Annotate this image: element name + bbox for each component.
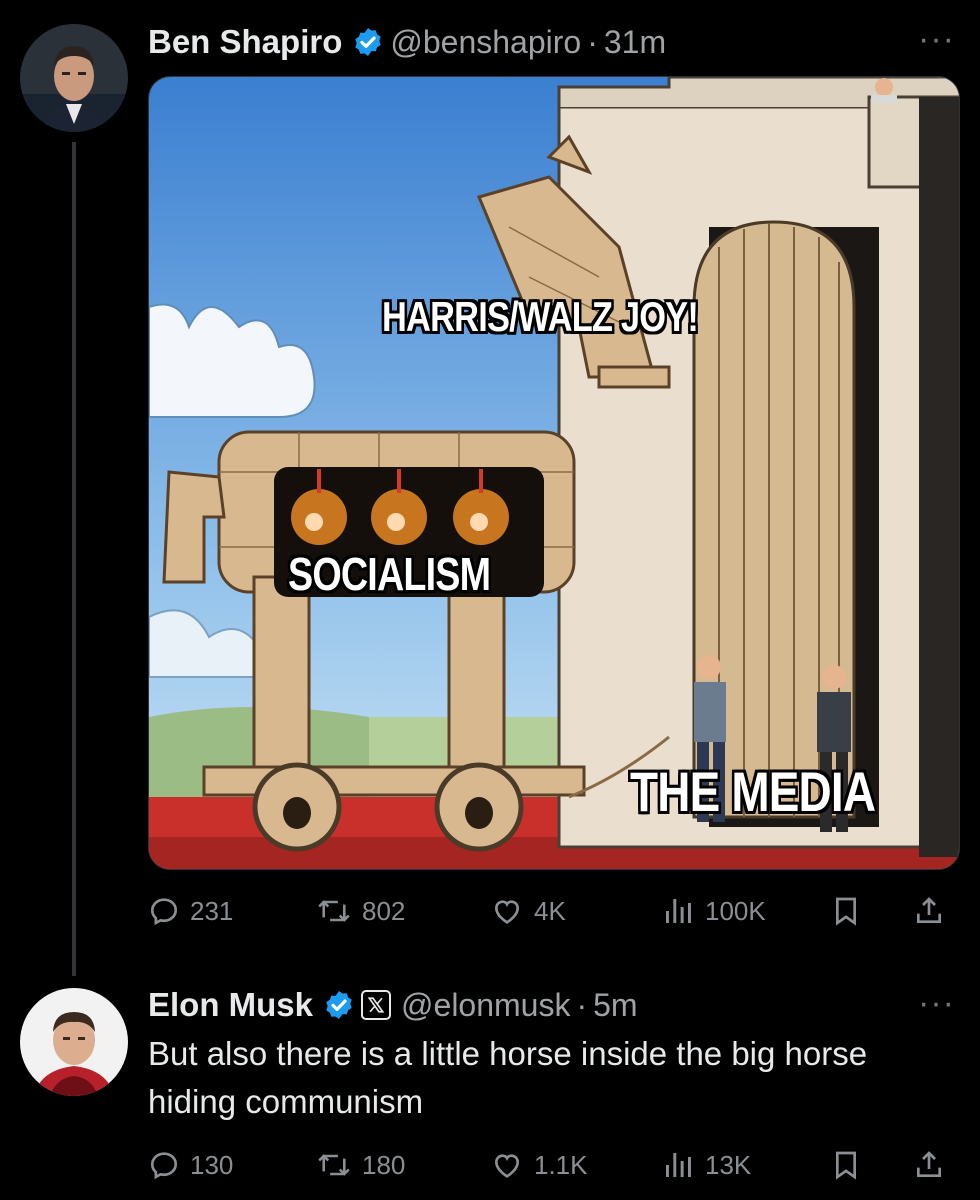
repost-count: 802 <box>362 895 406 926</box>
bookmark-button[interactable] <box>830 1140 872 1190</box>
thread-connector-line <box>72 142 76 976</box>
x-affiliation-icon[interactable] <box>361 990 392 1020</box>
heart-icon <box>494 1154 520 1178</box>
repost-button[interactable]: 802 <box>316 886 405 936</box>
bookmark-icon <box>836 897 856 926</box>
share-button[interactable] <box>913 886 955 936</box>
repost-icon <box>318 1154 350 1176</box>
views-count: 13K <box>705 1149 752 1180</box>
repost-count: 180 <box>362 1149 406 1180</box>
bookmark-icon <box>836 1151 856 1180</box>
tweet-header: Ben Shapiro @benshapiro · 31m <box>148 17 666 67</box>
separator-dot: · <box>576 986 588 1023</box>
share-icon <box>917 897 941 923</box>
reply-author-handle[interactable]: @elonmusk <box>401 987 570 1024</box>
tweet-image[interactable]: HARRIS/WALZ JOY! SOCIALISM THE MEDIA <box>148 76 960 870</box>
author-name[interactable]: Ben Shapiro <box>148 23 342 61</box>
views-chart-icon <box>666 1153 691 1177</box>
separator-dot: · <box>587 23 598 60</box>
meme-label-horse-belly: SOCIALISM <box>288 548 491 600</box>
meme-label-horse-head: HARRIS/WALZ JOY! <box>382 293 699 340</box>
like-button[interactable]: 4K <box>490 886 566 936</box>
reply-author-name[interactable]: Elon Musk <box>148 986 313 1024</box>
bookmark-button[interactable] <box>830 886 872 936</box>
more-options-icon[interactable]: ··· <box>918 984 955 1023</box>
avatar-ben-shapiro[interactable] <box>20 24 128 132</box>
trojan-horse-meme-illustration <box>149 77 959 869</box>
views-count: 100K <box>705 895 766 926</box>
reply-body-text: But also there is a little horse inside … <box>148 1035 868 1120</box>
tweet-thread: Ben Shapiro @benshapiro · 31m ··· HARRIS… <box>0 0 980 1200</box>
reply-button[interactable]: 231 <box>148 886 233 936</box>
author-handle[interactable]: @benshapiro <box>390 24 581 61</box>
reply-timestamp[interactable]: 5m <box>593 987 637 1024</box>
like-count: 4K <box>534 895 566 926</box>
reply-header: Elon Musk @elonmusk · 5m <box>148 980 638 1030</box>
tweet-actions: 231 802 4K 100K <box>148 886 960 936</box>
reply-actions: 130 180 1.1K 13K <box>148 1140 960 1190</box>
repost-icon <box>318 900 350 922</box>
views-chart-icon <box>666 899 691 923</box>
heart-icon <box>494 900 520 924</box>
like-count: 1.1K <box>534 1149 588 1180</box>
verified-badge-icon <box>355 28 382 56</box>
share-icon <box>917 1151 941 1177</box>
avatar-elon-musk[interactable] <box>20 988 128 1096</box>
reply-count: 231 <box>190 895 234 926</box>
views-button[interactable]: 13K <box>661 1140 751 1190</box>
more-options-icon[interactable]: ··· <box>918 20 955 59</box>
share-button[interactable] <box>913 1140 955 1190</box>
reply-button[interactable]: 130 <box>148 1140 233 1190</box>
views-button[interactable]: 100K <box>661 886 766 936</box>
timestamp[interactable]: 31m <box>604 24 666 61</box>
meme-label-gate-people: THE MEDIA <box>630 760 876 823</box>
repost-button[interactable]: 180 <box>316 1140 405 1190</box>
verified-badge-icon <box>326 991 352 1019</box>
reply-icon <box>150 898 178 926</box>
like-button[interactable]: 1.1K <box>490 1140 588 1190</box>
reply-icon <box>150 1152 178 1180</box>
reply-count: 130 <box>190 1149 234 1180</box>
